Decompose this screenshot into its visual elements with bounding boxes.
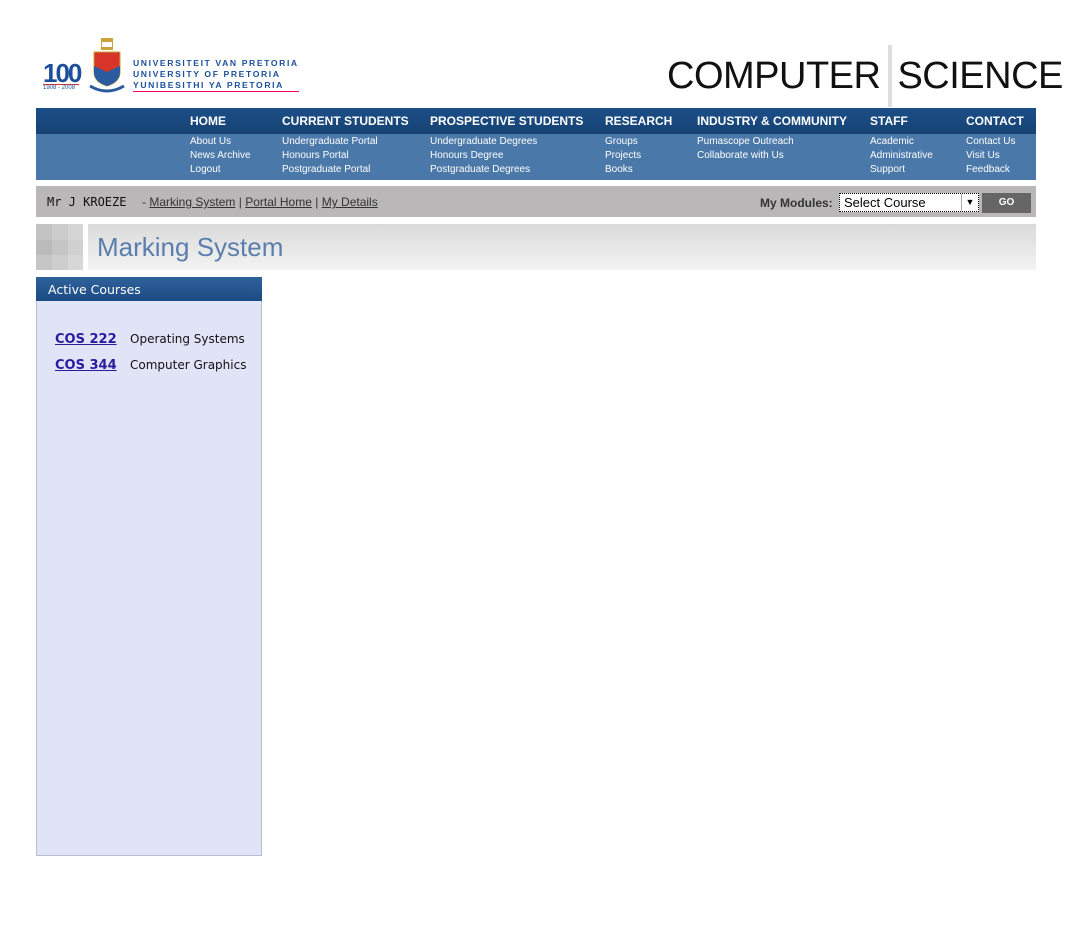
course-select-value: Select Course bbox=[844, 195, 926, 210]
nav-research[interactable]: RESEARCH bbox=[605, 108, 672, 134]
nav-link[interactable]: News Archive bbox=[190, 149, 251, 163]
separator: | bbox=[238, 195, 242, 209]
user-links: - Marking System | Portal Home | My Deta… bbox=[142, 195, 378, 209]
nav-link[interactable]: Support bbox=[870, 163, 933, 177]
nav-column-home: HOME About Us News Archive Logout bbox=[190, 108, 251, 177]
nav-staff[interactable]: STAFF bbox=[870, 108, 933, 134]
department-word-2: SCIENCE bbox=[897, 54, 1063, 97]
department-word-1: COMPUTER bbox=[667, 54, 881, 97]
nav-link[interactable]: Postgraduate Degrees bbox=[430, 163, 583, 177]
university-crest-icon bbox=[89, 38, 125, 93]
nav-link[interactable]: Academic bbox=[870, 135, 933, 149]
course-name: Computer Graphics bbox=[130, 358, 247, 372]
nav-prospective-students[interactable]: PROSPECTIVE STUDENTS bbox=[430, 108, 583, 134]
nav-link[interactable]: Undergraduate Portal bbox=[282, 135, 409, 149]
nav-link[interactable]: Visit Us bbox=[966, 149, 1024, 163]
nav-column-research: RESEARCH Groups Projects Books bbox=[605, 108, 672, 177]
university-name-english: UNIVERSITY OF PRETORIA bbox=[133, 69, 281, 79]
university-name: UNIVERSITEIT VAN PRETORIA UNIVERSITY OF … bbox=[133, 58, 299, 92]
nav-link[interactable]: Groups bbox=[605, 135, 672, 149]
title-divider bbox=[888, 45, 893, 107]
nav-link[interactable]: Pumascope Outreach bbox=[697, 135, 847, 149]
user-name: Mr J KROEZE bbox=[47, 195, 127, 209]
nav-link[interactable]: Collaborate with Us bbox=[697, 149, 847, 163]
course-row: COS 222 Operating Systems bbox=[55, 332, 245, 347]
my-details-link[interactable]: My Details bbox=[322, 195, 378, 209]
nav-link[interactable]: Honours Degree bbox=[430, 149, 583, 163]
nav-column-industry: INDUSTRY & COMMUNITY Pumascope Outreach Co… bbox=[697, 108, 847, 163]
course-row: COS 344 Computer Graphics bbox=[55, 358, 246, 373]
nav-link[interactable]: Books bbox=[605, 163, 672, 177]
sidebar-title: Active Courses bbox=[36, 277, 262, 301]
marking-system-link[interactable]: Marking System bbox=[149, 195, 235, 209]
nav-link[interactable]: About Us bbox=[190, 135, 251, 149]
centenary-years: 1908 - 2008 bbox=[43, 84, 79, 91]
nav-current-students[interactable]: CURRENT STUDENTS bbox=[282, 108, 409, 134]
course-name: Operating Systems bbox=[130, 332, 245, 346]
chevron-down-icon[interactable]: ▼ bbox=[961, 194, 978, 211]
nav-contact[interactable]: CONTACT bbox=[966, 108, 1024, 134]
nav-link[interactable]: Honours Portal bbox=[282, 149, 409, 163]
go-button[interactable]: GO bbox=[982, 193, 1031, 213]
course-code-link[interactable]: COS 344 bbox=[55, 358, 117, 373]
nav-link[interactable]: Projects bbox=[605, 149, 672, 163]
nav-industry-community[interactable]: INDUSTRY & COMMUNITY bbox=[697, 108, 847, 134]
nav-column-staff: STAFF Academic Administrative Support bbox=[870, 108, 933, 177]
university-name-afrikaans: UNIVERSITEIT VAN PRETORIA bbox=[133, 58, 299, 68]
separator: | bbox=[315, 195, 319, 209]
nav-link[interactable]: Contact Us bbox=[966, 135, 1024, 149]
portal-home-link[interactable]: Portal Home bbox=[245, 195, 312, 209]
department-title: COMPUTER SCIENCE bbox=[667, 45, 1063, 107]
nav-link[interactable]: Postgraduate Portal bbox=[282, 163, 409, 177]
nav-column-prospective-students: PROSPECTIVE STUDENTS Undergraduate Degree… bbox=[430, 108, 583, 177]
course-select[interactable]: Select Course ▼ bbox=[839, 193, 979, 212]
separator: - bbox=[142, 195, 146, 209]
nav-column-contact: CONTACT Contact Us Visit Us Feedback bbox=[966, 108, 1024, 177]
university-name-sepedi: YUNIBESITHI YA PRETORIA bbox=[133, 80, 284, 90]
nav-column-current-students: CURRENT STUDENTS Undergraduate Portal Hono… bbox=[282, 108, 409, 177]
page-title: Marking System bbox=[97, 232, 284, 262]
nav-home[interactable]: HOME bbox=[190, 108, 251, 134]
nav-link[interactable]: Logout bbox=[190, 163, 251, 177]
nav-link[interactable]: Feedback bbox=[966, 163, 1024, 177]
title-decoration bbox=[36, 224, 83, 270]
course-code-link[interactable]: COS 222 bbox=[55, 332, 117, 347]
my-modules-label: My Modules: bbox=[760, 196, 833, 210]
nav-link[interactable]: Undergraduate Degrees bbox=[430, 135, 583, 149]
nav-link[interactable]: Administrative bbox=[870, 149, 933, 163]
